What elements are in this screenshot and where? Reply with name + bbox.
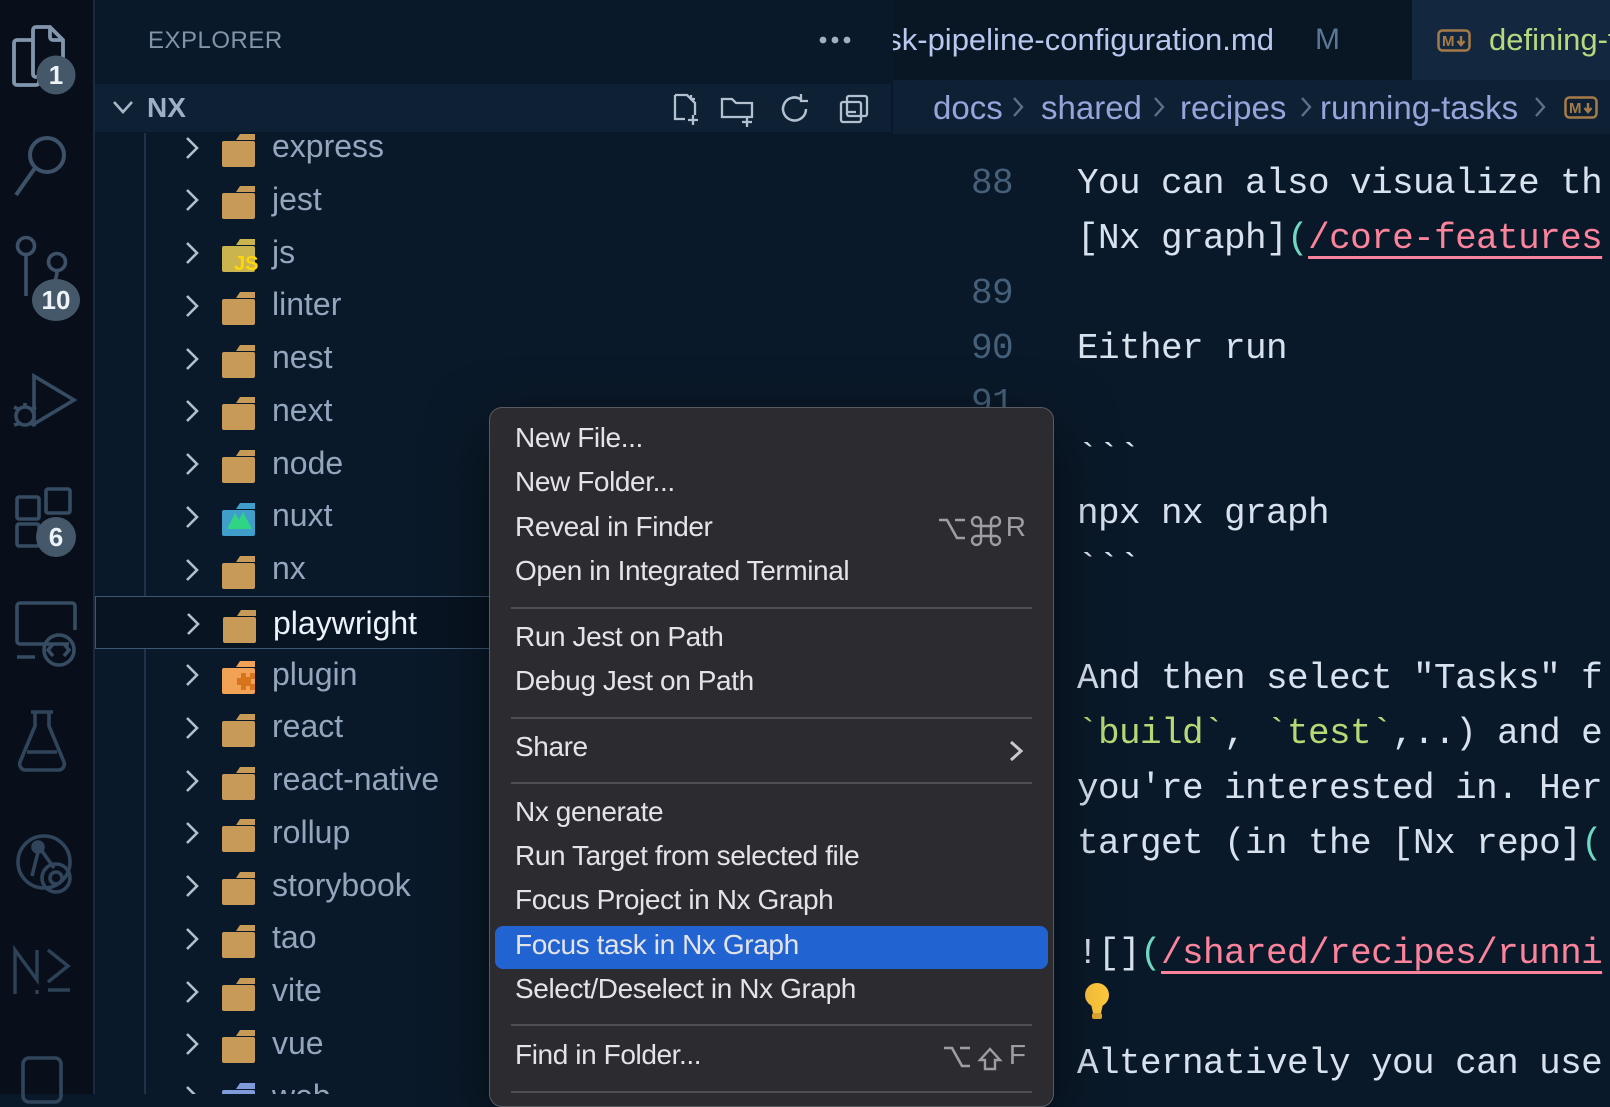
- svg-text:6: 6: [49, 522, 63, 552]
- svg-text:M: M: [1442, 33, 1455, 50]
- svg-text:M: M: [1569, 100, 1582, 117]
- svg-text:1: 1: [49, 60, 63, 90]
- svg-text:10: 10: [42, 285, 71, 315]
- svg-text:JS: JS: [234, 253, 258, 275]
